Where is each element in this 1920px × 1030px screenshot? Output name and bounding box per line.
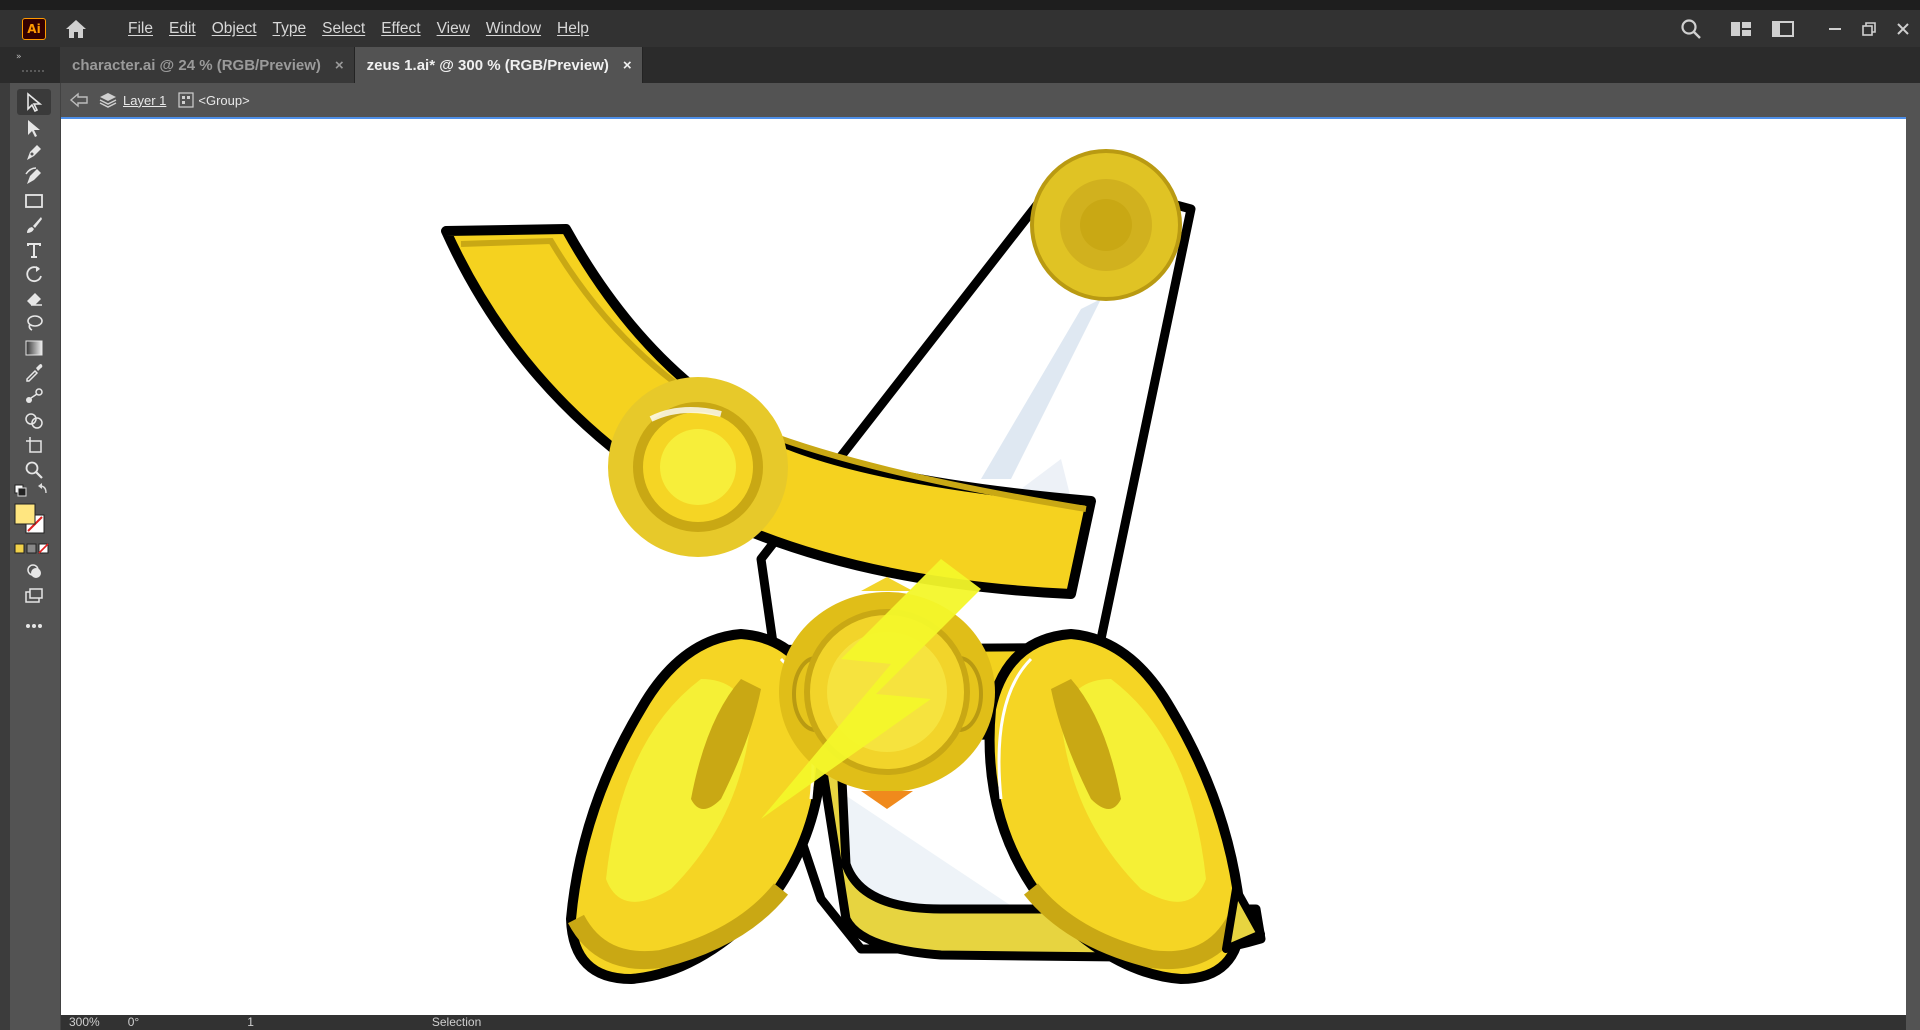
eraser-tool-icon[interactable]: [17, 285, 51, 311]
lasso-tool-icon[interactable]: [17, 310, 51, 336]
menu-window[interactable]: Window: [478, 20, 549, 38]
arrange-documents-icon[interactable]: [1766, 14, 1800, 44]
menu-type[interactable]: Type: [265, 20, 315, 38]
zeus-armor-artwork[interactable]: [61, 119, 1906, 1015]
tab-character-ai[interactable]: character.ai @ 24 % (RGB/Preview) ×: [60, 47, 355, 83]
tab-close-icon[interactable]: ×: [623, 57, 632, 74]
menu-object[interactable]: Object: [204, 20, 265, 38]
direct-selection-tool-icon[interactable]: [17, 115, 51, 141]
close-icon[interactable]: [1886, 14, 1920, 44]
home-icon[interactable]: [64, 17, 90, 41]
paintbrush-tool-icon[interactable]: [17, 212, 51, 238]
breadcrumb-layer[interactable]: Layer 1: [123, 93, 166, 108]
fill-stroke-swatches[interactable]: [14, 503, 50, 535]
tools-panel-edge: [0, 83, 10, 1030]
workspace-switcher-icon[interactable]: [1724, 14, 1758, 44]
svg-text:»: »: [16, 52, 22, 62]
drawing-mode-icon[interactable]: [17, 558, 51, 584]
isolation-mode-bar: Layer 1 <Group>: [61, 83, 1906, 119]
menu-select[interactable]: Select: [314, 20, 373, 38]
back-arrow-icon[interactable]: [69, 92, 89, 108]
menu-effect[interactable]: Effect: [373, 20, 428, 38]
rotation-view[interactable]: 0°: [120, 1015, 139, 1030]
artboard-canvas[interactable]: [61, 119, 1906, 1015]
screen-mode-icon[interactable]: [17, 583, 51, 609]
zoom-level[interactable]: 300%: [61, 1015, 100, 1030]
vertical-scrollbar[interactable]: [1906, 83, 1920, 1030]
restore-icon[interactable]: [1852, 14, 1886, 44]
menu-file[interactable]: File: [120, 20, 161, 38]
pen-tool-icon[interactable]: [17, 139, 51, 165]
main-menu: File Edit Object Type Select Effect View…: [120, 20, 597, 38]
panel-collapse-grip[interactable]: »: [0, 47, 60, 83]
eyedropper-tool-icon[interactable]: [17, 359, 51, 385]
menu-bar: Ai File Edit Object Type Select Effect V…: [0, 0, 1920, 47]
document-tab-bar: » character.ai @ 24 % (RGB/Preview) × ze…: [0, 47, 1920, 83]
group-icon: [178, 92, 194, 108]
illustrator-logo: Ai: [22, 17, 46, 40]
color-mode-buttons[interactable]: [14, 540, 54, 554]
menu-edit[interactable]: Edit: [161, 20, 204, 38]
zoom-tool-icon[interactable]: [17, 457, 51, 483]
artboard-tool-icon[interactable]: [17, 432, 51, 458]
rectangle-tool-icon[interactable]: [17, 188, 51, 214]
selection-tool-icon[interactable]: [17, 89, 51, 115]
rotate-tool-icon[interactable]: [17, 261, 51, 287]
tab-label: zeus 1.ai* @ 300 % (RGB/Preview): [366, 56, 609, 74]
layers-icon: [99, 91, 117, 109]
search-icon[interactable]: [1674, 14, 1708, 44]
current-tool-display[interactable]: Selection: [424, 1015, 481, 1030]
swap-fill-stroke-icon[interactable]: [14, 483, 50, 499]
more-tools-icon[interactable]: [17, 613, 51, 639]
tab-close-icon[interactable]: ×: [335, 57, 344, 74]
window-controls: [1674, 10, 1920, 47]
blend-tool-icon[interactable]: [17, 383, 51, 409]
menu-view[interactable]: View: [429, 20, 478, 38]
status-bar: 300% 0° 1 Selection: [61, 1015, 1906, 1030]
breadcrumb-group[interactable]: <Group>: [198, 93, 249, 108]
curvature-tool-icon[interactable]: [17, 163, 51, 189]
gradient-tool-icon[interactable]: [17, 335, 51, 361]
tab-zeus-1-ai[interactable]: zeus 1.ai* @ 300 % (RGB/Preview) ×: [354, 47, 643, 83]
shape-builder-tool-icon[interactable]: [17, 408, 51, 434]
type-tool-icon[interactable]: [17, 237, 51, 263]
minimize-icon[interactable]: [1818, 14, 1852, 44]
artboard-number[interactable]: 1: [239, 1015, 254, 1030]
tab-label: character.ai @ 24 % (RGB/Preview): [72, 56, 321, 74]
menu-help[interactable]: Help: [549, 20, 597, 38]
